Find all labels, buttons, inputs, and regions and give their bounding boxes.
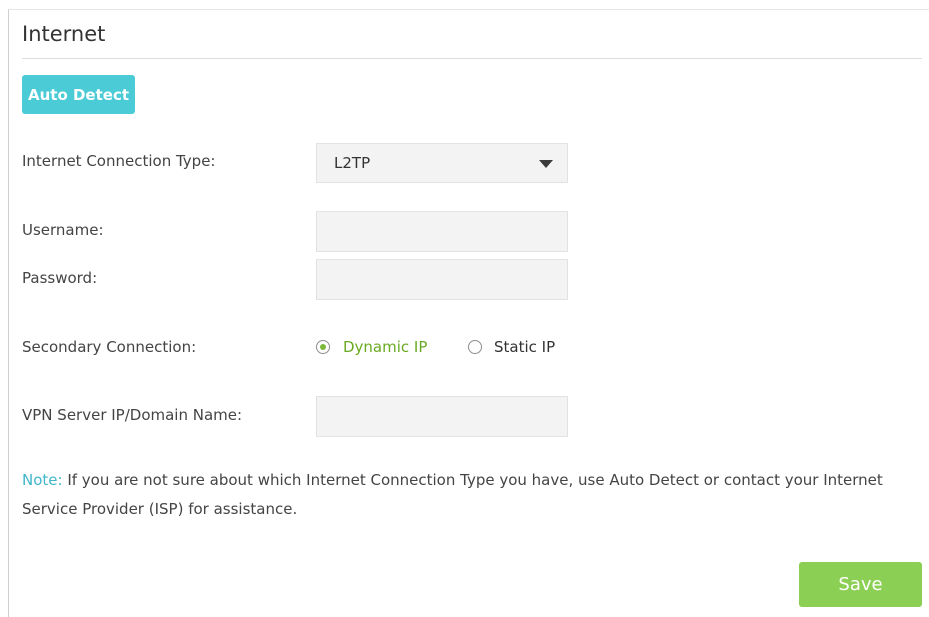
internet-panel xyxy=(8,9,929,617)
vpn-server-label: VPN Server IP/Domain Name: xyxy=(22,406,243,424)
radio-static-ip-label[interactable]: Static IP xyxy=(494,338,555,356)
connection-type-value: L2TP xyxy=(334,154,371,172)
radio-dynamic-ip[interactable] xyxy=(316,340,330,354)
password-label: Password: xyxy=(22,269,98,287)
password-field[interactable] xyxy=(316,259,568,300)
vpn-server-field[interactable] xyxy=(316,396,568,437)
secondary-connection-label: Secondary Connection: xyxy=(22,338,197,356)
help-note: Note: If you are not sure about which In… xyxy=(22,466,917,524)
caret-down-icon xyxy=(539,160,553,168)
title-divider xyxy=(22,58,922,59)
username-label: Username: xyxy=(22,221,104,239)
radio-static-ip[interactable] xyxy=(468,340,482,354)
note-label: Note: xyxy=(22,471,63,489)
radio-checked-icon xyxy=(320,344,326,350)
connection-type-label: Internet Connection Type: xyxy=(22,152,216,170)
note-text: If you are not sure about which Internet… xyxy=(22,471,883,518)
radio-dynamic-ip-label[interactable]: Dynamic IP xyxy=(343,338,427,356)
save-button[interactable]: Save xyxy=(799,562,922,607)
page-title: Internet xyxy=(22,22,106,46)
auto-detect-button[interactable]: Auto Detect xyxy=(22,75,135,114)
username-field[interactable] xyxy=(316,211,568,252)
connection-type-select[interactable]: L2TP xyxy=(316,143,568,183)
